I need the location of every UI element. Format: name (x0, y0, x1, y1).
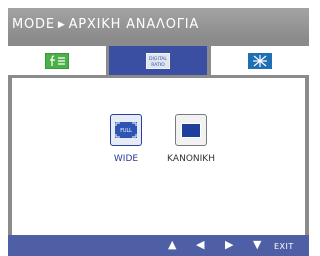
breadcrumb-mode: MODE (12, 17, 55, 32)
tab-bar: DIGITAL RATIO (8, 40, 309, 78)
title-bar: MODE ▶ ΑΡΧΙΚΗ ΑΝΑΛΟΓΙΑ (8, 8, 309, 40)
svg-text:FULL: FULL (120, 128, 132, 134)
up-arrow-icon[interactable]: ▲ (168, 238, 176, 252)
full-screen-icon: FULL (115, 122, 137, 138)
menu-breadcrumb: MODE ▶ ΑΡΧΙΚΗ ΑΝΑΛΟΓΙΑ (12, 17, 199, 32)
sharpness-icon (248, 52, 272, 69)
options-panel: FULL WIDE ΚΑΝΟΝΙΚΗ (12, 78, 305, 235)
svg-text:RATIO: RATIO (151, 62, 165, 68)
down-arrow-icon[interactable]: ▼ (253, 238, 261, 252)
picture-adjust-icon (45, 52, 69, 69)
normal-button[interactable] (175, 114, 207, 146)
right-arrow-icon[interactable]: ▶ (225, 238, 233, 252)
footer-bar: ▲ ◀ ▶ ▼ EXIT (8, 235, 309, 256)
option-normal[interactable]: ΚΑΝΟΝΙΚΗ (167, 114, 215, 164)
svg-text:DIGITAL: DIGITAL (149, 56, 167, 62)
left-arrow-icon[interactable]: ◀ (196, 238, 204, 252)
normal-screen-icon (181, 122, 201, 138)
wide-button[interactable]: FULL (110, 114, 142, 146)
tab-picture[interactable] (8, 46, 106, 75)
aspect-ratio-icon: DIGITAL RATIO (146, 52, 170, 69)
exit-button[interactable]: EXIT (274, 240, 294, 254)
breadcrumb-arrow-icon: ▶ (57, 20, 66, 30)
tab-aspect-ratio[interactable]: DIGITAL RATIO (109, 46, 207, 75)
tab-sharpness[interactable] (211, 46, 309, 75)
option-wide[interactable]: FULL WIDE (104, 114, 148, 164)
osd-window: MODE ▶ ΑΡΧΙΚΗ ΑΝΑΛΟΓΙΑ DIGITAL RATIO FUL… (8, 8, 309, 256)
normal-label: ΚΑΝΟΝΙΚΗ (167, 154, 215, 164)
wide-label: WIDE (113, 154, 139, 164)
breadcrumb-original-ratio: ΑΡΧΙΚΗ ΑΝΑΛΟΓΙΑ (68, 17, 200, 32)
